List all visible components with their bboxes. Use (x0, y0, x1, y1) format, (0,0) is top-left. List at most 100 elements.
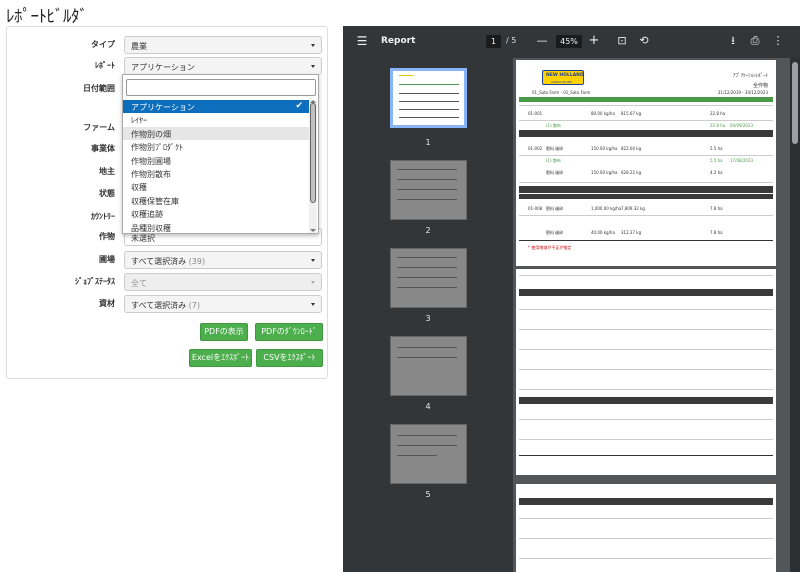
field-count: (39) (188, 257, 206, 266)
report-heading: ｱﾌﾟﾘｹｰｼｮﾝﾚﾎﾟｰﾄ (732, 73, 768, 79)
page-title: ﾚﾎﾟｰﾄﾋﾞﾙﾀﾞ (6, 7, 88, 27)
csv-export-button[interactable]: CSVをｴｸｽﾎﾟｰﾄ (256, 349, 323, 367)
crop-select-value: 未選択 (131, 234, 155, 243)
zoom-out-icon[interactable]: — (535, 34, 549, 48)
thumbnail-label-1: 1 (425, 138, 431, 147)
dropdown-option[interactable]: ﾚｲﾔｰ (123, 113, 310, 126)
dropdown-option[interactable]: 品種別収穫 (123, 221, 310, 233)
thumbnail-label-2: 2 (425, 226, 431, 235)
dropdown-option-label: 作物別散布 (131, 169, 171, 179)
zoom-level-input[interactable]: 45% (556, 35, 582, 48)
report-row: ﾚﾎﾟｰﾄ アプリケーション (7, 57, 329, 75)
report-page-2 (516, 269, 776, 475)
new-holland-logo: NEW HOLLAND AGRICULTURE (542, 70, 584, 85)
job-status-row: ｼﾞｮﾌﾞｽﾃｰﾀｽ 全て (7, 273, 329, 291)
thumbnail-label-4: 4 (425, 402, 431, 411)
field-select[interactable]: すべて選択済み (39) (124, 251, 322, 269)
pdf-download-button[interactable]: PDFのﾀﾞｳﾝﾛｰﾄﾞ (255, 323, 323, 341)
type-row: タイプ 農業 (7, 36, 329, 54)
dropdown-option-label: 収穫 (131, 183, 147, 193)
field-select-value: すべて選択済み (131, 257, 187, 266)
material-select[interactable]: すべて選択済み (7) (124, 295, 322, 313)
report-label: ﾚﾎﾟｰﾄ (95, 61, 115, 70)
dropdown-option[interactable]: 作物別圃場 (123, 154, 310, 167)
report-footnote: * 使用地域が不足が推定 (528, 245, 572, 250)
report-select[interactable]: アプリケーション (124, 57, 322, 75)
page-total: / 5 (506, 36, 517, 45)
crop-label: 作物 (99, 232, 115, 241)
page-thumbnail-5[interactable] (390, 424, 467, 484)
material-select-value: すべて選択済み (131, 301, 187, 310)
region-label: 地主 (99, 167, 115, 176)
more-options-icon[interactable]: ⋮ (771, 34, 785, 48)
thumbnail-sidebar: 1 2 3 4 5 (343, 58, 513, 572)
dropdown-option[interactable]: 作物別散布 (123, 167, 310, 180)
farm-label: ファーム (83, 123, 115, 132)
county-label: ｶｳﾝﾄﾘｰ (91, 212, 115, 221)
scroll-down-icon[interactable] (310, 229, 316, 232)
thumbnail-label-3: 3 (425, 314, 431, 323)
report-dropdown: アプリケーション ✔ ﾚｲﾔｰ 作物別の畑作物別ﾌﾟﾛﾀﾞｸﾄ 作物別圃場作物別散布収穫… (122, 74, 319, 234)
page-thumbnail-1[interactable] (390, 68, 467, 128)
report-subheading: 全作物 (752, 83, 768, 89)
type-select-value: 農業 (131, 42, 147, 51)
rotate-icon[interactable]: ⟲ (637, 34, 651, 48)
viewer-title: Report (381, 36, 416, 46)
dropdown-option-label: 品種別収穫 (131, 223, 171, 233)
table-header-bar (519, 97, 773, 102)
status-label: 状態 (99, 189, 115, 198)
date-label: 日付範囲 (83, 84, 115, 93)
job-status-select[interactable]: 全て (124, 273, 322, 291)
dropdown-option[interactable]: 作物別の畑 (123, 126, 310, 141)
material-row: 資材 すべて選択済み (7) (7, 295, 329, 313)
chevron-down-icon (311, 259, 315, 262)
page-thumbnail-2[interactable] (390, 160, 467, 220)
chevron-down-icon (311, 65, 315, 68)
viewer-toolbar: ☰ Report 1 / 5 — 45% + ⊡ ⟲ ⭳ ⎙ ⋮ (343, 26, 800, 58)
dropdown-option-label: 作物別ﾌﾟﾛﾀﾞｸﾄ (131, 143, 183, 153)
print-icon[interactable]: ⎙ (748, 34, 762, 48)
chevron-down-icon (311, 303, 315, 306)
menu-icon[interactable]: ☰ (355, 34, 369, 48)
dropdown-option-label: 収穫追跡 (131, 210, 163, 220)
field-label: 圃場 (99, 255, 115, 264)
dropdown-option[interactable]: アプリケーション ✔ (123, 100, 310, 114)
zoom-in-icon[interactable]: + (587, 34, 601, 48)
business-label: 事業体 (91, 144, 115, 153)
download-icon[interactable]: ⭳ (726, 34, 740, 48)
excel-export-button[interactable]: Excelをｴｸｽﾎﾟｰﾄ (189, 349, 252, 367)
type-select[interactable]: 農業 (124, 36, 322, 54)
fit-page-icon[interactable]: ⊡ (615, 34, 629, 48)
report-select-value: アプリケーション (131, 63, 195, 72)
page-number-input[interactable]: 1 (486, 35, 501, 48)
job-status-label: ｼﾞｮﾌﾞｽﾃｰﾀｽ (75, 277, 115, 286)
dropdown-scrollbar[interactable] (309, 100, 317, 233)
farm-line: 01_Sato Farm - 01_Sato Farm (532, 90, 591, 95)
page-thumbnail-4[interactable] (390, 336, 467, 396)
dropdown-option-label: 作物別圃場 (131, 156, 171, 166)
field-row: 圃場 すべて選択済み (39) (7, 251, 329, 269)
chevron-down-icon (311, 281, 315, 284)
pdf-viewer: ☰ Report 1 / 5 — 45% + ⊡ ⟲ ⭳ ⎙ ⋮ 1 2 3 4… (343, 26, 800, 572)
chevron-down-icon (311, 44, 315, 47)
pdf-view-button[interactable]: PDFの表示 (200, 323, 248, 341)
dropdown-option[interactable]: 作物別ﾌﾟﾛﾀﾞｸﾄ (123, 140, 310, 153)
dropdown-option-label: 収穫保管在庫 (131, 196, 179, 206)
date-range: 31/12/2019 - 30/12/2023 (717, 90, 768, 95)
type-label: タイプ (91, 40, 115, 49)
scroll-thumb[interactable] (310, 103, 316, 203)
dropdown-option-label: 作物別の畑 (131, 129, 171, 139)
report-page-1: NEW HOLLAND AGRICULTURE ｱﾌﾟﾘｹｰｼｮﾝﾚﾎﾟｰﾄ 全… (516, 60, 776, 266)
dropdown-option[interactable]: 収穫追跡 (123, 207, 310, 220)
material-label: 資材 (99, 299, 115, 308)
dropdown-option-label: ﾚｲﾔｰ (131, 116, 147, 126)
viewer-scrollbar[interactable] (790, 58, 800, 572)
page-thumbnail-3[interactable] (390, 248, 467, 308)
material-count: (7) (188, 301, 201, 310)
dropdown-option-label: アプリケーション (131, 103, 195, 112)
dropdown-search-input[interactable] (126, 79, 316, 96)
dropdown-options: アプリケーション ✔ ﾚｲﾔｰ 作物別の畑作物別ﾌﾟﾛﾀﾞｸﾄ 作物別圃場作物別散布収穫… (123, 100, 310, 233)
dropdown-option[interactable]: 収穫保管在庫 (123, 194, 310, 207)
thumbnail-label-5: 5 (425, 490, 431, 499)
dropdown-option[interactable]: 収穫 (123, 180, 310, 193)
